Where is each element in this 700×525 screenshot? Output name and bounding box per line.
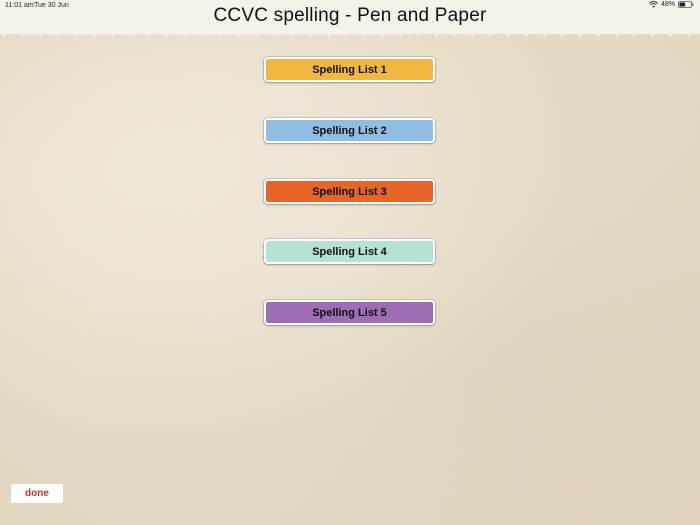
spelling-list-1-label: Spelling List 1 (312, 63, 387, 76)
spelling-list-2-label: Spelling List 2 (312, 124, 387, 137)
torn-paper-edge (0, 28, 700, 37)
done-button[interactable]: done (11, 484, 63, 503)
spelling-list-1-button[interactable]: Spelling List 1 (264, 57, 435, 82)
done-label: done (25, 488, 49, 499)
spelling-list-3-button[interactable]: Spelling List 3 (264, 179, 435, 204)
spelling-list-4-label: Spelling List 4 (312, 245, 387, 258)
spelling-list-4-button[interactable]: Spelling List 4 (264, 239, 435, 264)
spelling-list-2-button[interactable]: Spelling List 2 (264, 118, 435, 143)
spelling-list-3-label: Spelling List 3 (312, 185, 387, 198)
page-title: CCVC spelling - Pen and Paper (213, 5, 487, 26)
spelling-list-5-label: Spelling List 5 (312, 306, 387, 319)
spelling-list-5-button[interactable]: Spelling List 5 (264, 300, 435, 325)
